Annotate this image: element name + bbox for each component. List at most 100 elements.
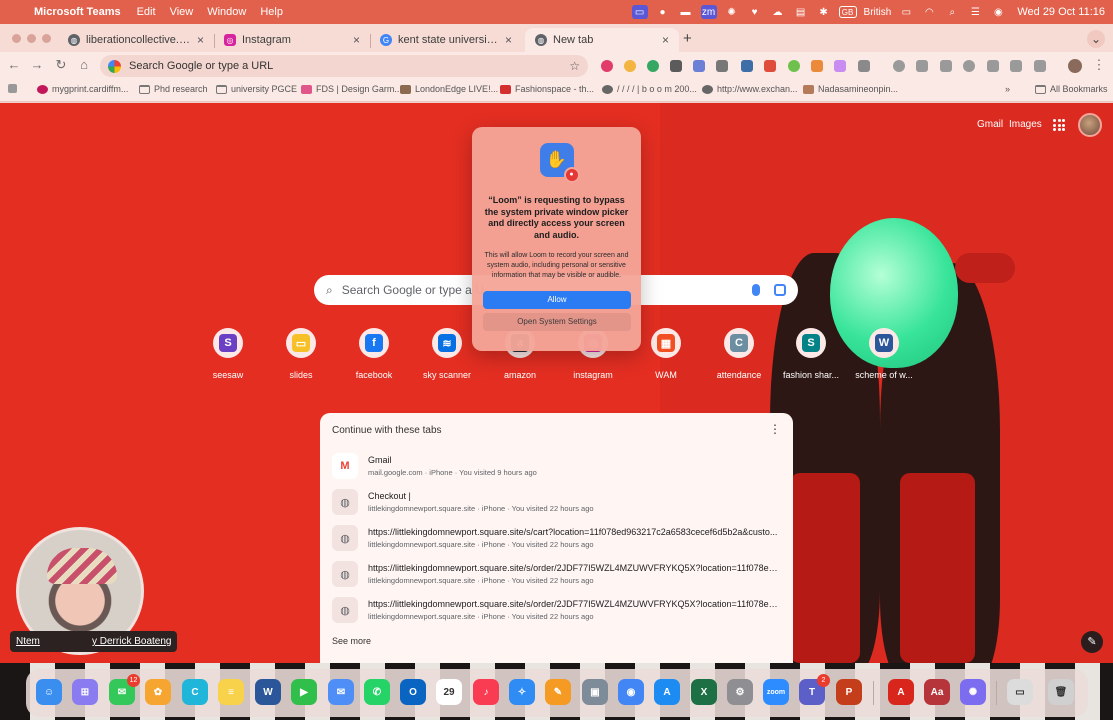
menubar-clock[interactable]: Wed 29 Oct 11:16	[1017, 6, 1105, 18]
shortcut-tile[interactable]: Cattendance	[701, 328, 777, 380]
dock-zoom-icon[interactable]: zoom	[763, 679, 789, 705]
google-apps-icon[interactable]	[1053, 119, 1065, 131]
password-key-icon[interactable]	[916, 60, 928, 72]
continue-tab-row[interactable]: M Gmail mail.google.com · iPhone · You vis…	[332, 448, 781, 484]
dock-system-settings-icon[interactable]: ⚙	[727, 679, 753, 705]
tab-new-tab[interactable]: ◍ New tab ×	[525, 28, 679, 52]
bookmark-item[interactable]: Fashionspace - th...	[500, 84, 594, 94]
home-icon[interactable]: ⌂	[75, 57, 93, 72]
voice-search-icon[interactable]	[752, 284, 760, 296]
continue-tab-row[interactable]: ◍ https://littlekingdomnewport.square.sit…	[332, 520, 781, 556]
tab-instagram[interactable]: ◎ Instagram ×	[214, 28, 370, 52]
google-lens-icon[interactable]	[774, 284, 786, 296]
tab-close-icon[interactable]: ×	[197, 33, 204, 47]
google-account-avatar[interactable]	[1078, 113, 1102, 137]
tab-search-chevron-icon[interactable]: ⌄	[1087, 30, 1105, 48]
dock-launchpad-icon[interactable]: ⊞	[72, 679, 98, 705]
gmail-link[interactable]: Gmail	[977, 119, 1003, 130]
customize-chrome-pencil-icon[interactable]: ✎	[1081, 631, 1103, 653]
screenshot-icon[interactable]	[1010, 60, 1022, 72]
continue-tab-row[interactable]: ◍ https://littlekingdomnewport.square.sit…	[332, 556, 781, 592]
history-icon[interactable]	[963, 60, 975, 72]
bookmarks-overflow-icon[interactable]: »	[1005, 84, 1010, 94]
dock-trash-icon[interactable]: 🗑	[1048, 679, 1074, 705]
loom-status-icon[interactable]: ✺	[724, 5, 740, 19]
bookmark-item[interactable]: LondonEdge LIVE!...	[400, 84, 498, 94]
shortcut-tile[interactable]: Wscheme of w...	[846, 328, 922, 380]
dock-canva-icon[interactable]: C	[182, 679, 208, 705]
dock-acrobat-icon[interactable]: A	[888, 679, 914, 705]
continue-tab-row[interactable]: ◍ Checkout | littlekingdomnewport.square.s…	[332, 484, 781, 520]
reading-list-icon[interactable]	[940, 60, 952, 72]
dock-excel-icon[interactable]: X	[691, 679, 717, 705]
grammarly-extension-icon[interactable]	[647, 60, 659, 72]
bookmark-item[interactable]: / / / / | b o o m 200...	[602, 84, 697, 94]
z-extension-icon[interactable]	[670, 60, 682, 72]
dock-dictionary-icon[interactable]: Aa	[924, 679, 950, 705]
shortcut-tile[interactable]: Sseesaw	[190, 328, 266, 380]
window-close-button[interactable]	[12, 34, 21, 43]
app-name-menu[interactable]: Microsoft Teams	[34, 6, 121, 18]
dock-finder-icon[interactable]: ☺	[36, 679, 62, 705]
dock-perplexity-icon[interactable]: ✺	[960, 679, 986, 705]
clock-extension-icon[interactable]	[716, 60, 728, 72]
continue-tab-row[interactable]: ◍ https://littlekingdomnewport.square.sit…	[332, 592, 781, 628]
bookmark-star-icon[interactable]: ☆	[569, 59, 580, 73]
dock-word-icon[interactable]: W	[255, 679, 281, 705]
sc-extension-icon[interactable]	[811, 60, 823, 72]
input-language[interactable]: British	[864, 7, 892, 18]
dock-outlook-icon[interactable]: O	[400, 679, 426, 705]
dock-notes-icon[interactable]: ≡	[218, 679, 244, 705]
dock-facetime-icon[interactable]: ▶	[291, 679, 317, 705]
dock-calendar-icon[interactable]: 29	[436, 679, 462, 705]
wifi-icon[interactable]: ◠	[921, 5, 937, 19]
open-system-settings-button[interactable]: Open System Settings	[483, 313, 631, 331]
window-minimize-button[interactable]	[27, 34, 36, 43]
profile-avatar-toolbar[interactable]	[1068, 59, 1082, 73]
bookmark-item[interactable]: FDS | Design Garm...	[301, 84, 402, 94]
control-center-icon[interactable]: ☰	[967, 5, 983, 19]
siri-icon[interactable]: ◉	[990, 5, 1006, 19]
location-icon[interactable]	[893, 60, 905, 72]
keyboard-flag-icon[interactable]: GB	[838, 6, 857, 18]
back-arrow-icon[interactable]: ←	[5, 57, 23, 72]
dock-whatsapp-icon[interactable]: ✆	[364, 679, 390, 705]
dock-downloads-icon[interactable]: ▭	[1007, 679, 1033, 705]
all-bookmarks-folder[interactable]: All Bookmarks	[1035, 84, 1108, 94]
grammarly-status-icon[interactable]: ●	[655, 5, 671, 19]
pdf-extension-icon[interactable]	[764, 60, 776, 72]
shortcut-tile[interactable]: f facebook	[336, 328, 412, 380]
tab-liberationcollective[interactable]: ◍ liberationcollective.net ×	[58, 28, 214, 52]
window-zoom-button[interactable]	[42, 34, 51, 43]
dock-mail-icon[interactable]: ✉	[328, 679, 354, 705]
battery-icon[interactable]: ▭	[898, 5, 914, 19]
spotlight-search-icon[interactable]: ⌕	[944, 5, 960, 19]
shortcut-tile[interactable]: ▭ slides	[263, 328, 339, 380]
zoom-status-icon[interactable]: zm	[700, 5, 717, 19]
participant-name-tag[interactable]: Ntem y Derrick Boateng	[10, 631, 178, 652]
see-more-link[interactable]: See more	[332, 636, 371, 646]
address-bar[interactable]: Search Google or type a URL ☆	[100, 55, 588, 77]
translate-extension-icon[interactable]	[693, 60, 705, 72]
downloads-icon[interactable]	[987, 60, 999, 72]
save-extension-icon[interactable]	[741, 60, 753, 72]
dock-music-icon[interactable]: ♪	[473, 679, 499, 705]
cloud-status-icon[interactable]: ☁	[770, 5, 786, 19]
dock-safari-icon[interactable]: ✧	[509, 679, 535, 705]
menu-help[interactable]: Help	[260, 6, 283, 18]
bookmark-folder[interactable]: Phd research	[139, 84, 208, 94]
images-link[interactable]: Images	[1009, 119, 1042, 130]
kebab-menu-icon[interactable]: ⋮	[1090, 57, 1108, 73]
dock-powerpoint-icon[interactable]: P	[836, 679, 862, 705]
bookmark-item[interactable]: mygprint.cardiffm...	[37, 84, 128, 94]
tab-close-icon[interactable]: ×	[353, 33, 360, 47]
battery-app-status-icon[interactable]: ▬	[678, 5, 694, 19]
cast-icon[interactable]	[1034, 60, 1046, 72]
heart-status-icon[interactable]: ♥	[747, 5, 763, 19]
dock-pages-icon[interactable]: ✎	[545, 679, 571, 705]
honey-extension-icon[interactable]	[624, 60, 636, 72]
bookmark-item[interactable]: http://www.exchan...	[702, 84, 798, 94]
dock-photos-icon[interactable]: ✿	[145, 679, 171, 705]
bluetooth-status-icon[interactable]: ✱	[816, 5, 832, 19]
pinterest-extension-icon[interactable]	[601, 60, 613, 72]
